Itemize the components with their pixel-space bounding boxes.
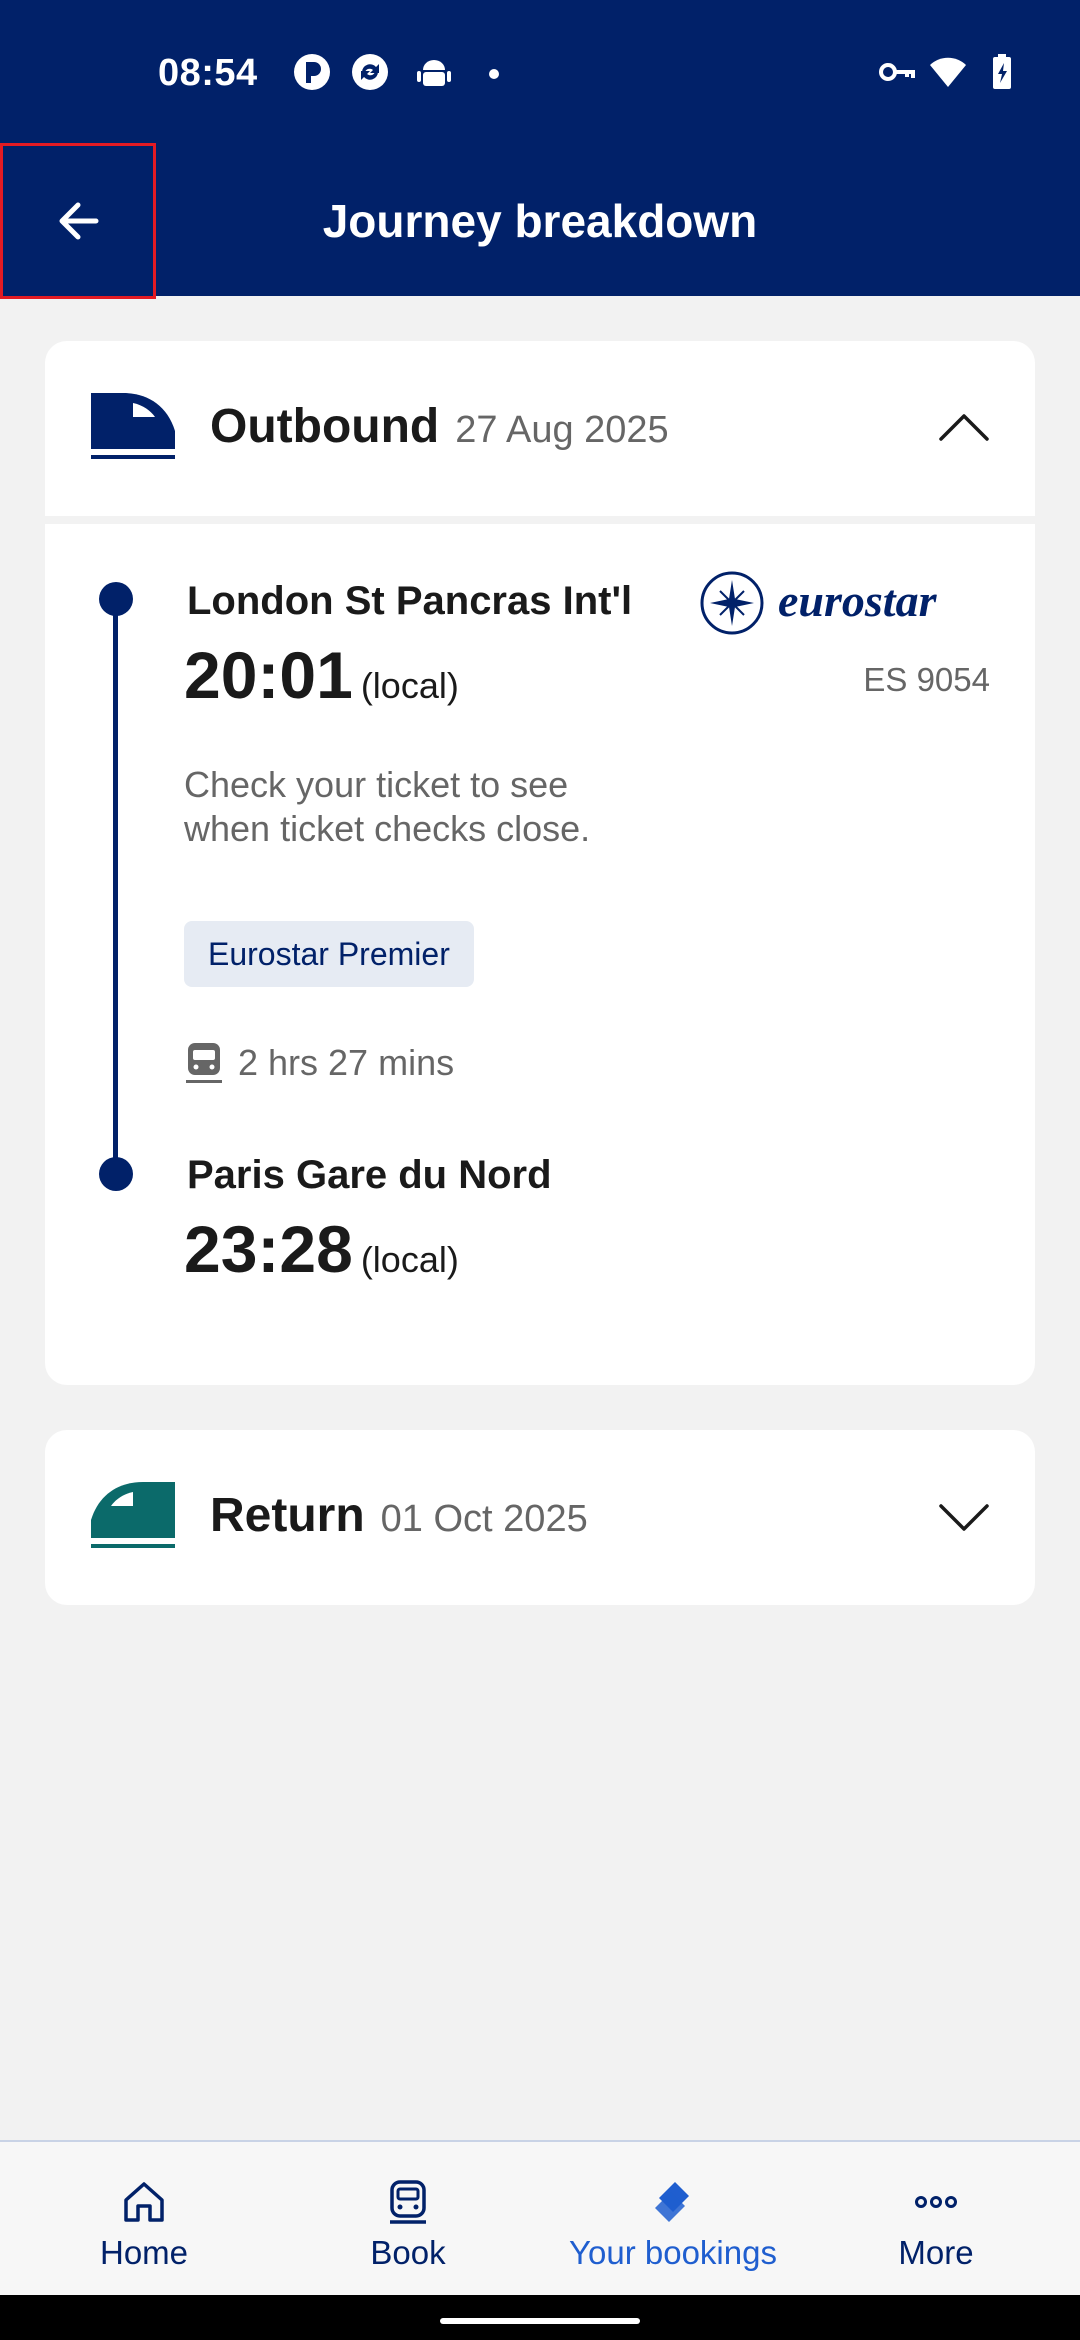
status-time: 08:54 <box>158 52 258 94</box>
nav-more[interactable]: More <box>856 2142 1016 2297</box>
home-icon <box>124 2182 164 2222</box>
card-divider <box>45 516 1035 524</box>
page-title: Journey breakdown <box>322 195 758 247</box>
outbound-header[interactable]: Outbound 27 Aug 2025 <box>45 341 1035 516</box>
status-bar: 08:54 <box>0 0 1080 148</box>
journey-duration: 2 hrs 27 mins <box>184 1041 454 1085</box>
nav-more-label: More <box>898 2234 974 2271</box>
eurostar-star-icon: eurostar <box>700 571 938 635</box>
tickets-icon <box>655 2182 689 2222</box>
return-date: 01 Oct 2025 <box>380 1498 588 1540</box>
wifi-icon <box>930 57 966 87</box>
ticket-check-note: Check your ticket to see when ticket che… <box>184 764 591 849</box>
departure-time-row: 20:01 (local) <box>184 637 459 713</box>
train-icon <box>91 393 175 459</box>
departure-station: London St Pancras Int'l <box>187 579 633 623</box>
arrival-time: 23:28 <box>184 1212 353 1286</box>
operator-name: eurostar <box>778 575 938 626</box>
departure-time-suffix: (local) <box>360 665 459 706</box>
android-icon <box>417 60 451 86</box>
service-number: ES 9054 <box>863 661 990 698</box>
arrival-time-suffix: (local) <box>360 1239 459 1280</box>
key-icon <box>879 63 915 81</box>
return-card: Return 01 Oct 2025 <box>45 1430 1035 1605</box>
timeline-line <box>113 599 118 1179</box>
return-label: Return <box>210 1489 365 1542</box>
home-indicator[interactable] <box>440 2318 640 2324</box>
nav-home-label: Home <box>99 2234 189 2271</box>
nav-home[interactable]: Home <box>64 2142 224 2297</box>
class-badge: Eurostar Premier <box>184 921 474 987</box>
outbound-title: Outbound 27 Aug 2025 <box>210 399 669 454</box>
return-title: Return 01 Oct 2025 <box>210 1488 588 1543</box>
notification-dot-icon <box>489 69 499 79</box>
chevron-down-icon[interactable] <box>937 1490 991 1544</box>
nav-book-label: Book <box>370 2234 446 2271</box>
arrival-dot <box>99 1157 133 1191</box>
outbound-card: Outbound 27 Aug 2025 London St Pancras In… <box>45 341 1035 1385</box>
departure-time: 20:01 <box>184 638 353 712</box>
refresh-app-icon <box>352 54 388 90</box>
train-front-icon <box>390 2180 426 2224</box>
departure-dot <box>99 582 133 616</box>
duration-text: 2 hrs 27 mins <box>238 1042 455 1083</box>
nav-your-bookings-label: Your bookings <box>569 2234 777 2271</box>
arrival-time-row: 23:28 (local) <box>184 1211 459 1287</box>
nav-your-bookings[interactable]: Your bookings <box>556 2142 790 2297</box>
chevron-up-icon[interactable] <box>937 401 991 455</box>
bottom-nav: Home Book Your bookings More <box>0 2140 1080 2295</box>
eurostar-logo: eurostar <box>700 566 1000 645</box>
train-icon <box>91 1482 175 1548</box>
outbound-label: Outbound <box>210 400 440 453</box>
p-app-icon <box>294 54 330 90</box>
arrival-station: Paris Gare du Nord <box>187 1153 552 1197</box>
more-dots-icon <box>915 2196 957 2208</box>
return-header[interactable]: Return 01 Oct 2025 <box>45 1430 1035 1605</box>
nav-book[interactable]: Book <box>328 2142 488 2297</box>
outbound-date: 27 Aug 2025 <box>455 409 669 451</box>
battery-charging-icon <box>993 54 1011 89</box>
train-front-icon <box>186 1043 222 1083</box>
